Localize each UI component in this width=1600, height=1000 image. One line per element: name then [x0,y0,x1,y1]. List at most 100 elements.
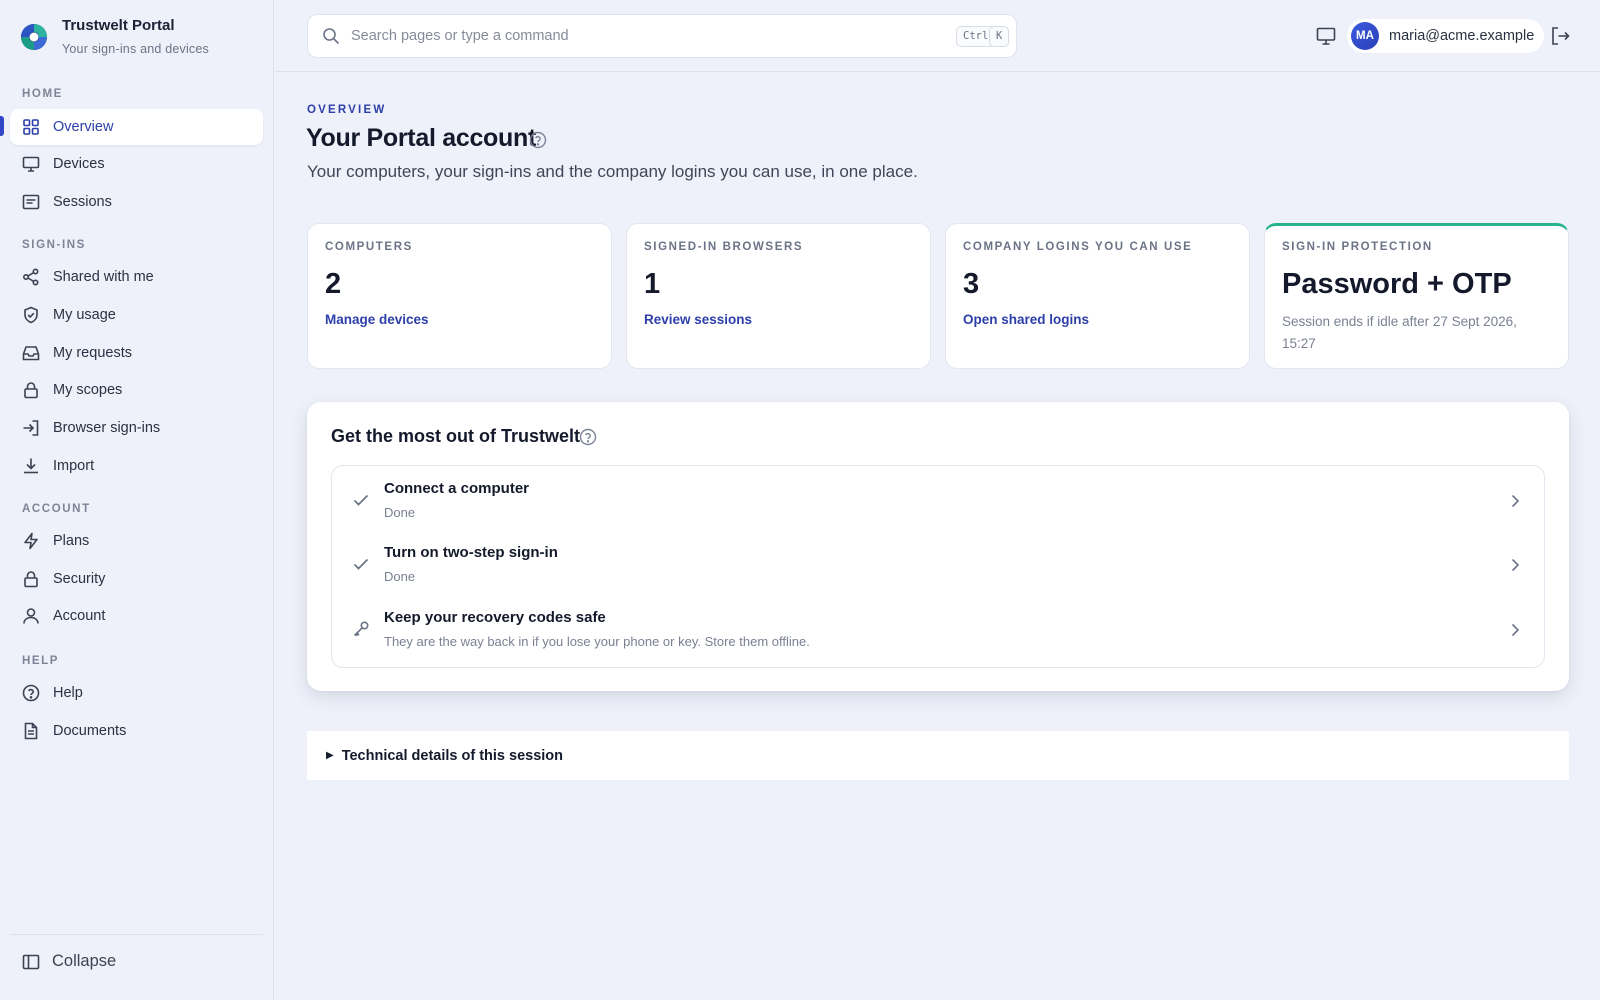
avatar: MA [1351,22,1379,50]
session-details-toggle[interactable]: ▶ Technical details of this session [307,731,1569,780]
search-icon [323,28,340,45]
monitor-icon[interactable] [1315,25,1337,47]
search-bar[interactable]: Ctrl K [307,14,1017,58]
browser-window-icon [22,194,40,210]
manage-devices-link[interactable]: Manage devices [325,312,429,327]
sidebar-item-label: Account [53,608,106,624]
list-item-status: Done [384,505,416,520]
sidebar-item-label: Devices [53,156,105,172]
nav-section-home: HOME [22,88,63,100]
list-item-description: They are the way back in if you lose you… [384,634,810,649]
details-label: Technical details of this session [341,747,564,764]
shield-icon [24,306,38,324]
sidebar-item-label: Browser sign-ins [53,420,161,436]
review-sessions-link[interactable]: Review sessions [644,312,752,327]
user-menu[interactable]: MA maria@acme.example [1347,19,1545,53]
sidebar: Trustwelt Portal Your sign-ins and devic… [0,0,274,1000]
sidebar-item-sessions[interactable]: Sessions [10,184,263,220]
nav-section-help: HELP [22,655,60,667]
stat-label: COMPUTERS [325,241,413,253]
sidebar-item-label: Help [53,685,83,701]
chevron-right-icon [1511,494,1520,508]
stat-value: 3 [963,268,980,300]
chevron-right-icon [1511,558,1520,572]
sidebar-item-label: Documents [53,723,127,739]
sidebar-item-my-requests[interactable]: My requests [10,335,263,371]
getting-started-list: Connect a computer Done Turn on two-step… [331,465,1545,668]
active-nav-indicator [0,116,4,136]
download-icon [24,458,38,474]
lock-icon [24,382,38,399]
page-eyebrow: OVERVIEW [307,104,387,116]
sidebar-item-shared-with-me[interactable]: Shared with me [10,259,263,295]
sidebar-item-my-scopes[interactable]: My scopes [10,372,263,408]
check-icon [353,558,369,570]
check-icon [353,494,369,506]
sidebar-item-documents[interactable]: Documents [10,713,263,749]
aperture-logo-icon [21,24,47,50]
stat-value: 1 [644,268,661,300]
sidebar-item-import[interactable]: Import [10,448,263,484]
open-shared-logins-link[interactable]: Open shared logins [963,312,1089,327]
stat-card-computers: COMPUTERS 2 Manage devices [307,223,612,369]
stat-card-signed-in-browsers: SIGNED-IN BROWSERS 1 Review sessions [626,223,931,369]
monitor-icon [22,156,40,172]
sidebar-item-my-usage[interactable]: My usage [10,297,263,333]
search-input[interactable] [351,28,911,44]
sidebar-divider [10,934,263,935]
stat-value: 2 [325,268,342,300]
list-item-two-step-sign-in[interactable]: Turn on two-step sign-in Done [332,534,1544,598]
user-icon [23,608,39,624]
sidebar-item-account[interactable]: Account [10,598,263,634]
sidebar-item-overview[interactable]: Overview [10,109,263,145]
sidebar-item-security[interactable]: Security [10,561,263,597]
lock-icon [24,571,38,588]
topbar: Ctrl K MA maria@acme.example [275,0,1600,72]
sidebar-item-label: My usage [53,307,116,323]
nav-section-account: ACCOUNT [22,503,91,515]
session-idle-note: Session ends if idle after 27 Sept 2026,… [1282,314,1517,351]
list-item-title: Keep your recovery codes safe [384,609,606,626]
list-item-title: Turn on two-step sign-in [384,544,558,561]
stat-label: SIGNED-IN BROWSERS [644,241,804,253]
list-item-title: Connect a computer [384,480,530,497]
stat-card-sign-in-protection: SIGN-IN PROTECTION Password + OTP Sessio… [1264,223,1569,369]
getting-started-card: Get the most out of Trustwelt Connect a … [307,402,1569,691]
list-item-recovery-codes[interactable]: Keep your recovery codes safe They are t… [332,599,1544,663]
sidebar-item-plans[interactable]: Plans [10,523,263,559]
list-item-status: Done [384,569,416,584]
sidebar-item-label: Import [53,458,95,474]
nav-section-sign-ins: SIGN-INS [22,239,86,251]
sidebar-item-devices[interactable]: Devices [10,146,263,182]
sidebar-item-label: Sessions [53,194,112,210]
help-circle-icon[interactable] [579,428,597,446]
help-circle-icon[interactable] [529,131,547,149]
page-subtitle: Your computers, your sign-ins and the co… [307,162,918,181]
brand[interactable]: Trustwelt Portal Your sign-ins and devic… [20,14,209,60]
stat-card-company-logins: COMPANY LOGINS YOU CAN USE 3 Open shared… [945,223,1250,369]
sidebar-panel-icon [22,954,40,969]
disclosure-triangle-icon: ▶ [326,750,334,761]
sidebar-item-label: Overview [53,119,114,135]
share-icon [22,268,39,286]
lightning-icon [24,532,38,550]
sidebar-item-browser-sign-ins[interactable]: Browser sign-ins [10,410,263,446]
key-icon [353,621,369,637]
brand-title: Trustwelt Portal [62,17,175,34]
sidebar-item-help[interactable]: Help [10,675,263,711]
sidebar-item-label: My scopes [53,382,123,398]
sidebar-item-label: Plans [53,533,90,549]
sign-in-icon [23,420,39,436]
list-item-connect-computer[interactable]: Connect a computer Done [332,470,1544,534]
inbox-icon [22,346,40,361]
page-title: Your Portal account [306,124,536,152]
collapse-label: Collapse [52,952,117,970]
shortcut-key-k: K [989,26,1010,47]
chevron-right-icon [1511,623,1520,637]
help-circle-icon [22,684,40,702]
stat-label: SIGN-IN PROTECTION [1282,241,1433,253]
stat-label: COMPANY LOGINS YOU CAN USE [963,241,1193,253]
collapse-sidebar-button[interactable]: Collapse [22,952,116,971]
logout-icon[interactable] [1549,25,1571,47]
sidebar-item-label: Shared with me [53,269,154,285]
